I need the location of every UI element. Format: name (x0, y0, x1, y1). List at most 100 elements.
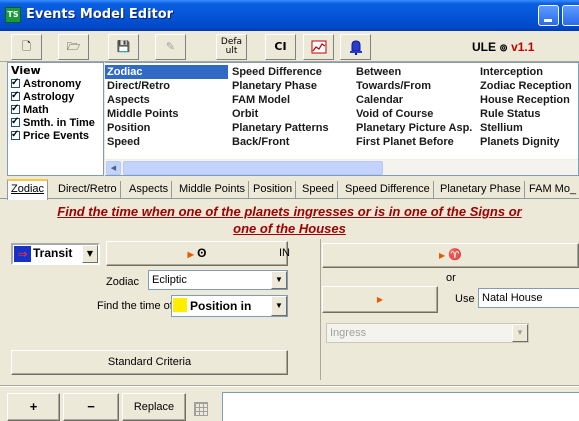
chart-icon[interactable] (303, 34, 334, 60)
tab-zodiac[interactable]: Zodiac (7, 179, 49, 200)
checkbox[interactable] (11, 76, 20, 89)
tab-speed[interactable]: Speed (299, 181, 338, 199)
edit-icon[interactable]: ✎ (155, 34, 186, 60)
grid-icon[interactable] (194, 402, 208, 416)
default-label-bottom: ult (225, 46, 238, 56)
chevron-down-icon[interactable]: ▼ (82, 245, 98, 263)
view-item-label: Smth. in Time (23, 117, 95, 129)
transit-arrow-icon: ⇒ (14, 246, 31, 262)
scroll-left-icon[interactable]: ◀ (106, 161, 121, 175)
view-header: View (11, 64, 41, 77)
tab-middle-points[interactable]: Middle Points (176, 181, 250, 199)
standard-criteria-button[interactable]: Standard Criteria (11, 350, 288, 375)
triangle-icon: ▶ (439, 251, 446, 260)
event-item-interception[interactable]: Interception (478, 65, 574, 79)
add-button[interactable]: + (7, 393, 60, 421)
planet-button[interactable]: ▶ ʘ (106, 241, 288, 266)
new-file-icon[interactable]: 🗋 (11, 34, 42, 60)
event-item-speed[interactable]: Speed (105, 135, 228, 149)
chevron-down-icon[interactable]: ▼ (271, 296, 287, 316)
event-item-planets-dignity[interactable]: Planets Dignity (478, 135, 574, 149)
event-item-planetary-patterns[interactable]: Planetary Patterns (230, 121, 331, 135)
ci-button[interactable]: CI (265, 34, 296, 60)
event-column-2: Speed Difference Planetary Phase FAM Mod… (230, 65, 331, 149)
zodiac-select[interactable]: Ecliptic ▼ (148, 270, 288, 290)
scrollbar-thumb[interactable] (123, 161, 383, 175)
view-panel: View Astronomy Astrology Math Smth. in T… (7, 62, 104, 176)
view-item-astrology[interactable]: Astrology (8, 89, 103, 104)
event-item-calendar[interactable]: Calendar (354, 93, 474, 107)
tab-speed-difference[interactable]: Speed Difference (342, 181, 434, 199)
replace-button[interactable]: Replace (122, 393, 186, 421)
view-item-label: Math (23, 104, 49, 116)
view-item-smth-in-time[interactable]: Smth. in Time (8, 115, 103, 130)
tab-position[interactable]: Position (250, 181, 297, 199)
criteria-list[interactable] (222, 392, 579, 421)
minimize-button[interactable] (538, 5, 559, 26)
tab-fam-model[interactable]: FAM Mo_ (526, 181, 579, 199)
event-item-position[interactable]: Position (105, 121, 228, 135)
event-item-first-planet-before[interactable]: First Planet Before (354, 135, 474, 149)
version-label: v1.1 (511, 40, 535, 54)
window-title: Events Model Editor (26, 7, 174, 22)
description-line-1: Find the time when one of the planets in… (57, 204, 522, 219)
event-item-speed-difference[interactable]: Speed Difference (230, 65, 331, 79)
transit-dropdown[interactable]: ⇒ Transit ▼ (11, 243, 100, 265)
description-line-2: one of the Houses (233, 221, 346, 236)
event-item-house-reception[interactable]: House Reception (478, 93, 574, 107)
view-item-price-events[interactable]: Price Events (8, 128, 103, 143)
event-item-zodiac-reception[interactable]: Zodiac Reception (478, 79, 574, 93)
event-item-direct-retro[interactable]: Direct/Retro (105, 79, 228, 93)
checkbox[interactable] (11, 89, 20, 102)
view-item-astronomy[interactable]: Astronomy (8, 76, 103, 91)
app-icon: TS (5, 7, 21, 23)
event-item-towards-from[interactable]: Towards/From (354, 79, 474, 93)
find-time-label: Find the time of (97, 300, 173, 312)
maximize-button[interactable] (562, 5, 579, 26)
event-item-fam-model[interactable]: FAM Model (230, 93, 331, 107)
tab-planetary-phase[interactable]: Planetary Phase (437, 181, 525, 199)
checkbox[interactable] (11, 128, 20, 141)
event-item-void-of-course[interactable]: Void of Course (354, 107, 474, 121)
tab-aspects[interactable]: Aspects (126, 181, 173, 199)
chevron-down-icon[interactable]: ▼ (271, 271, 287, 289)
triangle-icon: ▶ (187, 250, 194, 259)
use-house-select[interactable]: Natal House (478, 288, 579, 308)
save-icon[interactable]: 💾 (108, 34, 139, 60)
event-item-stellium[interactable]: Stellium (478, 121, 574, 135)
event-item-middle-points[interactable]: Middle Points (105, 107, 228, 121)
ule-version-label: ULE ⊚ v1.1 (472, 40, 534, 54)
bell-icon[interactable] (340, 34, 371, 60)
view-item-label: Astrology (23, 91, 75, 103)
event-item-planetary-picture-asp[interactable]: Planetary Picture Asp. (354, 121, 474, 135)
remove-button[interactable]: − (63, 393, 119, 421)
checkbox[interactable] (11, 102, 20, 115)
event-item-rule-status[interactable]: Rule Status (478, 107, 574, 121)
event-item-zodiac[interactable]: Zodiac (105, 65, 228, 79)
house-button[interactable]: ▶ (322, 286, 438, 313)
horizontal-scrollbar[interactable]: ◀ (105, 159, 578, 175)
tab-direct-retro[interactable]: Direct/Retro (55, 181, 121, 199)
event-item-back-front[interactable]: Back/Front (230, 135, 331, 149)
find-time-select[interactable]: Position in ▼ (171, 295, 288, 317)
sign-button[interactable]: ▶ ♈ (322, 243, 579, 268)
event-column-1: Zodiac Direct/Retro Aspects Middle Point… (105, 65, 228, 149)
event-item-between[interactable]: Between (354, 65, 474, 79)
use-label: Use (455, 293, 475, 305)
ingress-select[interactable]: Ingress ▼ (326, 323, 529, 343)
event-item-aspects[interactable]: Aspects (105, 93, 228, 107)
event-item-planetary-phase[interactable]: Planetary Phase (230, 79, 331, 93)
event-item-orbit[interactable]: Orbit (230, 107, 331, 121)
zodiac-select-value: Ecliptic (152, 274, 187, 286)
chevron-down-icon[interactable]: ▼ (512, 324, 528, 342)
zodiac-label: Zodiac (106, 276, 140, 288)
in-label: IN (279, 247, 290, 259)
ule-label: ULE (472, 40, 496, 54)
open-folder-icon[interactable]: 🗁 (58, 34, 89, 60)
event-column-4: Interception Zodiac Reception House Rece… (478, 65, 574, 149)
checkbox[interactable] (11, 115, 20, 128)
tab-strip: Zodiac Direct/Retro Aspects Middle Point… (0, 178, 579, 200)
view-item-math[interactable]: Math (8, 102, 103, 117)
default-button[interactable]: Defa ult (216, 34, 247, 60)
color-swatch (173, 298, 187, 312)
